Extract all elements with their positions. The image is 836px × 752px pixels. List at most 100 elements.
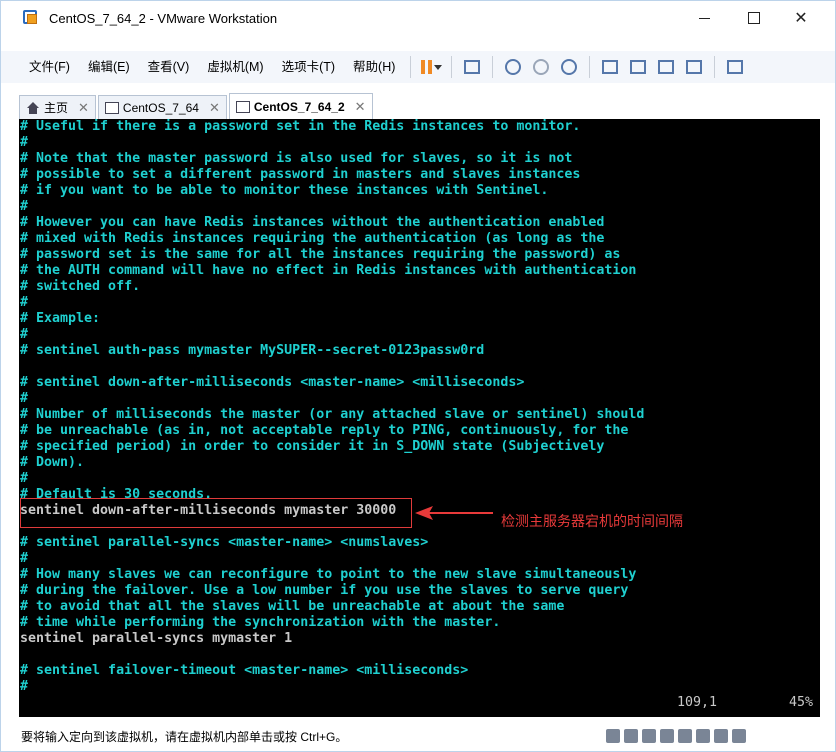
terminal-line: # Example:	[20, 311, 101, 326]
tab-centos-7-64-2[interactable]: CentOS_7_64_2 ✕	[228, 93, 373, 119]
terminal-line: #	[20, 471, 29, 486]
menu-view[interactable]: 查看(V)	[139, 51, 199, 83]
vm-icon	[104, 101, 119, 114]
vmware-logo-icon	[23, 9, 41, 27]
tab-centos-7-64[interactable]: CentOS_7_64 ✕	[97, 95, 227, 119]
cd-drive-icon[interactable]	[624, 729, 638, 743]
maximize-icon	[748, 12, 760, 24]
toolbar-divider	[589, 56, 591, 78]
terminal-line: sentinel parallel-syncs mymaster 1	[20, 631, 293, 646]
terminal-line: # the AUTH command will have no effect i…	[20, 263, 637, 278]
menu-toolbar: 文件(F) 编辑(E) 查看(V) 虚拟机(M) 选项卡(T) 帮助(H)	[1, 51, 835, 83]
terminal-line: # switched off.	[20, 279, 141, 294]
snapshot-manager-icon	[561, 59, 578, 75]
maximize-button[interactable]	[731, 1, 777, 35]
annotation-label: 检测主服务器宕机的时间间隔	[501, 514, 683, 530]
device-status-icons	[606, 729, 746, 743]
vmware-window: CentOS_7_64_2 - VMware Workstation ✕ 文件(…	[0, 0, 836, 752]
terminal-line: # to avoid that all the slaves will be u…	[20, 599, 565, 614]
unity-button[interactable]	[683, 56, 705, 78]
snapshot-manager-button[interactable]	[558, 56, 580, 78]
menu-tabs[interactable]: 选项卡(T)	[273, 51, 344, 83]
toolbar-divider	[714, 56, 716, 78]
tab-label: 主页	[44, 101, 69, 115]
hard-disk-icon[interactable]	[606, 729, 620, 743]
minimize-button[interactable]	[681, 1, 727, 35]
vm-icon	[235, 100, 250, 113]
console-view-button[interactable]	[724, 56, 746, 78]
full-screen-icon	[658, 60, 675, 74]
printer-icon[interactable]	[696, 729, 710, 743]
menu-help[interactable]: 帮助(H)	[344, 51, 404, 83]
annotation-arrow-icon	[415, 506, 493, 520]
cursor-position: 109,1	[677, 695, 718, 710]
tab-label: CentOS_7_64	[122, 100, 199, 115]
title-bar: CentOS_7_64_2 - VMware Workstation ✕	[1, 1, 835, 35]
terminal-line: # password set is the same for all the i…	[20, 247, 621, 262]
send-keys-icon	[464, 60, 481, 74]
unity-icon	[686, 60, 703, 74]
terminal-line: # However you can have Redis instances w…	[20, 215, 605, 230]
minimize-icon	[698, 17, 710, 19]
pause-icon	[420, 60, 432, 74]
thumbnail-view-button[interactable]	[627, 56, 649, 78]
terminal-line: # specified period) in order to consider…	[20, 439, 605, 454]
terminal-line: # mixed with Redis instances requiring t…	[20, 231, 605, 246]
status-bar: 要将输入定向到该虚拟机，请在虚拟机内部单击或按 Ctrl+G。	[1, 721, 835, 751]
revert-snapshot-button[interactable]	[530, 56, 552, 78]
terminal-line: #	[20, 295, 29, 310]
pause-button[interactable]	[420, 56, 442, 78]
usb-icon[interactable]	[660, 729, 674, 743]
terminal-line: #	[20, 679, 29, 694]
library-view-button[interactable]	[599, 56, 621, 78]
thumbnail-view-icon	[630, 60, 647, 74]
toolbar-divider	[451, 56, 453, 78]
terminal-line: #	[20, 551, 29, 566]
menu-file[interactable]: 文件(F)	[20, 51, 79, 83]
tab-close-icon[interactable]: ✕	[78, 100, 89, 116]
vm-console-terminal[interactable]: 109,1 45% # Useful if there is a passwor…	[19, 119, 820, 717]
terminal-line: # sentinel parallel-syncs <master-name> …	[20, 535, 429, 550]
terminal-line: # be unreachable (as in, not acceptable …	[20, 423, 629, 438]
terminal-line: # Number of milliseconds the master (or …	[20, 407, 645, 422]
tab-strip: 主页 ✕ CentOS_7_64 ✕ CentOS_7_64_2 ✕	[19, 93, 375, 119]
close-button[interactable]: ✕	[778, 1, 824, 35]
terminal-line: #	[20, 135, 29, 150]
tab-close-icon[interactable]: ✕	[355, 99, 366, 115]
close-icon: ✕	[794, 10, 808, 27]
network-icon[interactable]	[642, 729, 656, 743]
terminal-line: # Note that the master password is also …	[20, 151, 573, 166]
terminal-line: # sentinel down-after-milliseconds <mast…	[20, 375, 525, 390]
terminal-line: # during the failover. Use a low number …	[20, 583, 629, 598]
menu-edit[interactable]: 编辑(E)	[79, 51, 139, 83]
revert-snapshot-icon	[533, 59, 550, 75]
terminal-line: # time while performing the synchronizat…	[20, 615, 501, 630]
message-icon[interactable]	[732, 729, 746, 743]
terminal-line: #	[20, 199, 29, 214]
chevron-down-icon[interactable]	[433, 64, 442, 70]
toolbar-divider	[492, 56, 494, 78]
toolbar-divider	[410, 56, 412, 78]
snapshot-icon	[505, 59, 522, 75]
terminal-line: # Useful if there is a password set in t…	[20, 119, 581, 134]
file-percent: 45%	[789, 695, 814, 710]
console-view-icon	[727, 60, 744, 74]
terminal-line: # Down).	[20, 455, 85, 470]
snapshot-button[interactable]	[502, 56, 524, 78]
terminal-line: # possible to set a different password i…	[20, 167, 581, 182]
full-screen-button[interactable]	[655, 56, 677, 78]
tab-home[interactable]: 主页 ✕	[19, 95, 96, 119]
menu-vm[interactable]: 虚拟机(M)	[198, 51, 272, 83]
tab-close-icon[interactable]: ✕	[209, 100, 220, 116]
send-keys-button[interactable]	[461, 56, 483, 78]
sound-icon[interactable]	[678, 729, 692, 743]
terminal-line: # sentinel auth-pass mymaster MySUPER--s…	[20, 343, 485, 358]
highlight-box	[20, 498, 412, 528]
library-view-icon	[602, 60, 619, 74]
terminal-line: #	[20, 327, 29, 342]
home-icon	[26, 101, 40, 114]
display-icon[interactable]	[714, 729, 728, 743]
status-message: 要将输入定向到该虚拟机，请在虚拟机内部单击或按 Ctrl+G。	[21, 729, 348, 744]
tab-label: CentOS_7_64_2	[253, 99, 345, 114]
window-title: CentOS_7_64_2 - VMware Workstation	[49, 10, 278, 26]
